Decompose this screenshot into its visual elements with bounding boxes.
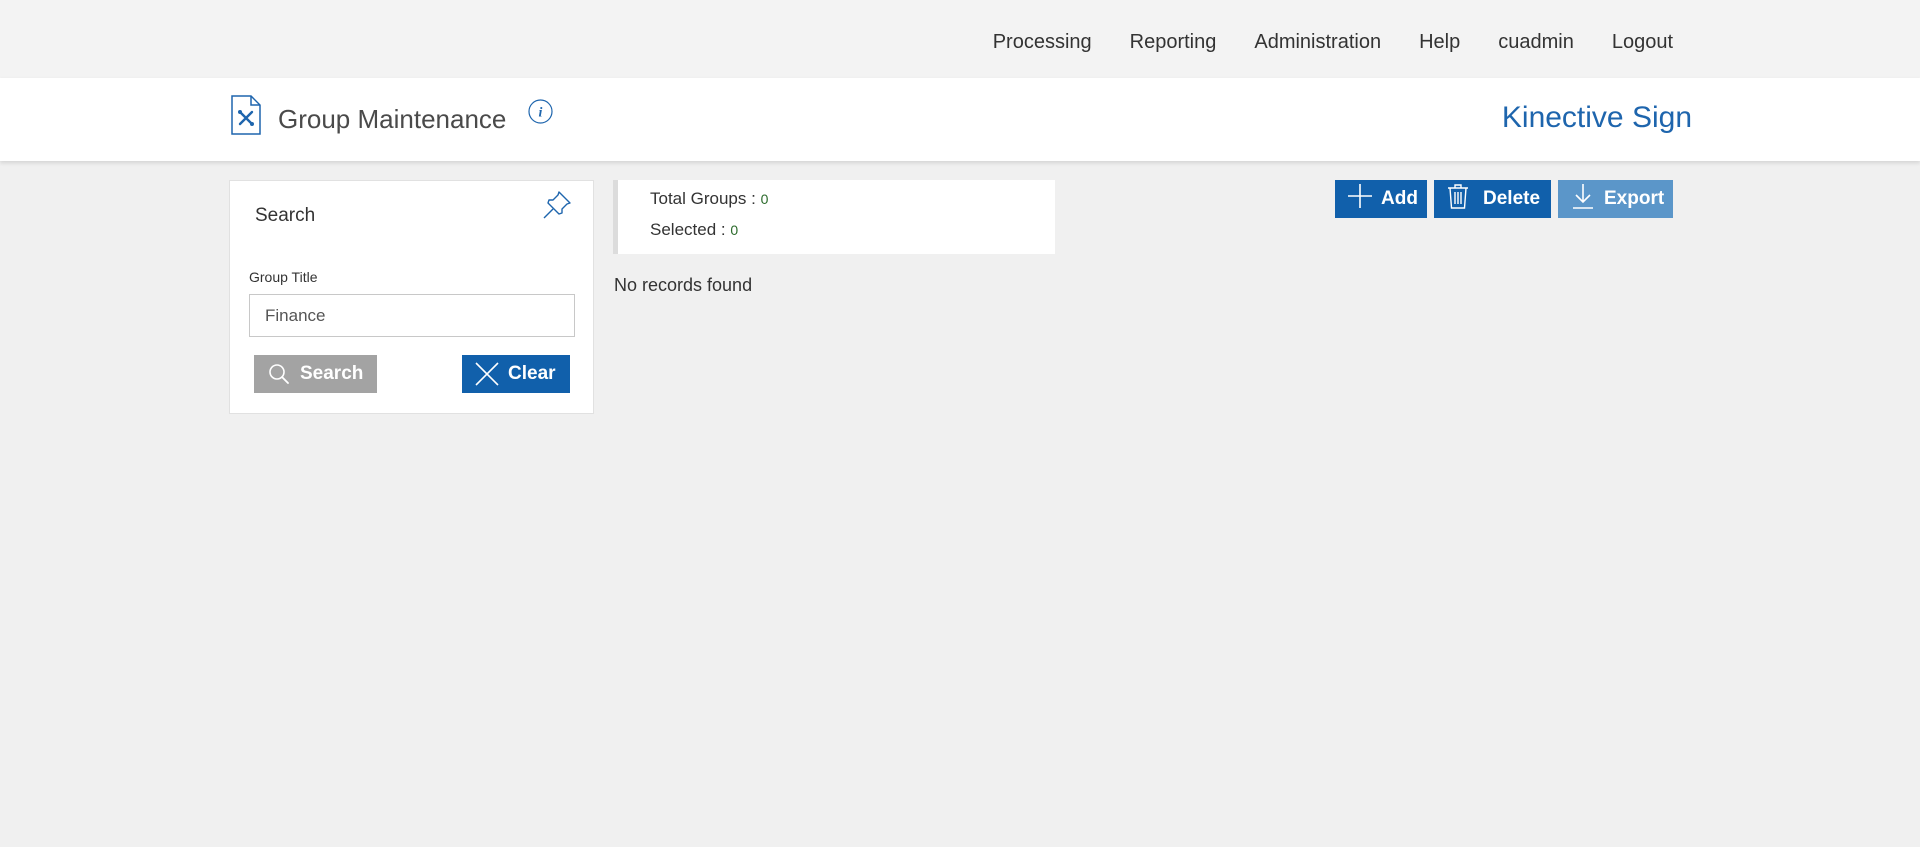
info-icon[interactable]: i: [528, 99, 553, 124]
search-icon: [268, 363, 290, 385]
delete-button-label: Delete: [1483, 188, 1541, 209]
document-tools-icon: [230, 95, 262, 135]
total-groups-value: 0: [760, 191, 769, 207]
nav-item-administration[interactable]: Administration: [1235, 31, 1400, 54]
selected-line: Selected : 0: [650, 220, 738, 240]
nav-item-user[interactable]: cuadmin: [1479, 31, 1593, 54]
export-button[interactable]: Export: [1558, 180, 1673, 218]
pin-icon[interactable]: [541, 189, 573, 221]
nav-item-processing[interactable]: Processing: [974, 31, 1111, 54]
svg-text:i: i: [539, 106, 543, 121]
search-button[interactable]: Search: [254, 355, 377, 393]
group-title-input[interactable]: [249, 294, 575, 337]
add-button[interactable]: Add: [1335, 180, 1427, 218]
total-groups-line: Total Groups : 0: [650, 189, 768, 209]
nav-item-reporting[interactable]: Reporting: [1111, 31, 1236, 54]
search-button-label: Search: [300, 363, 364, 384]
add-button-label: Add: [1381, 188, 1418, 209]
brand-name: Kinective Sign: [1501, 101, 1692, 134]
export-button-label: Export: [1604, 188, 1665, 209]
close-icon: [474, 361, 500, 387]
search-heading: Search: [255, 205, 316, 226]
page-title: Group Maintenance: [278, 104, 507, 134]
selected-label: Selected :: [650, 220, 731, 239]
trash-icon: [1447, 183, 1469, 215]
search-panel: Search Group Title Search Clear: [229, 180, 594, 414]
delete-button[interactable]: Delete: [1434, 180, 1551, 218]
empty-results-message: No records found: [614, 275, 753, 295]
total-groups-label: Total Groups :: [650, 189, 761, 208]
nav-item-help[interactable]: Help: [1400, 31, 1479, 54]
top-navigation: Processing Reporting Administration Help…: [0, 0, 1920, 78]
top-nav-items: Processing Reporting Administration Help…: [974, 0, 1673, 84]
group-title-label: Group Title: [249, 269, 318, 285]
clear-button[interactable]: Clear: [462, 355, 570, 393]
page-header: Group Maintenance i Kinective Sign: [0, 78, 1920, 161]
clear-button-label: Clear: [508, 363, 556, 384]
download-icon: [1572, 183, 1594, 215]
selected-value: 0: [730, 222, 739, 238]
results-summary: Total Groups : 0 Selected : 0: [613, 180, 1055, 254]
plus-icon: [1347, 183, 1373, 215]
nav-item-logout[interactable]: Logout: [1593, 31, 1673, 54]
